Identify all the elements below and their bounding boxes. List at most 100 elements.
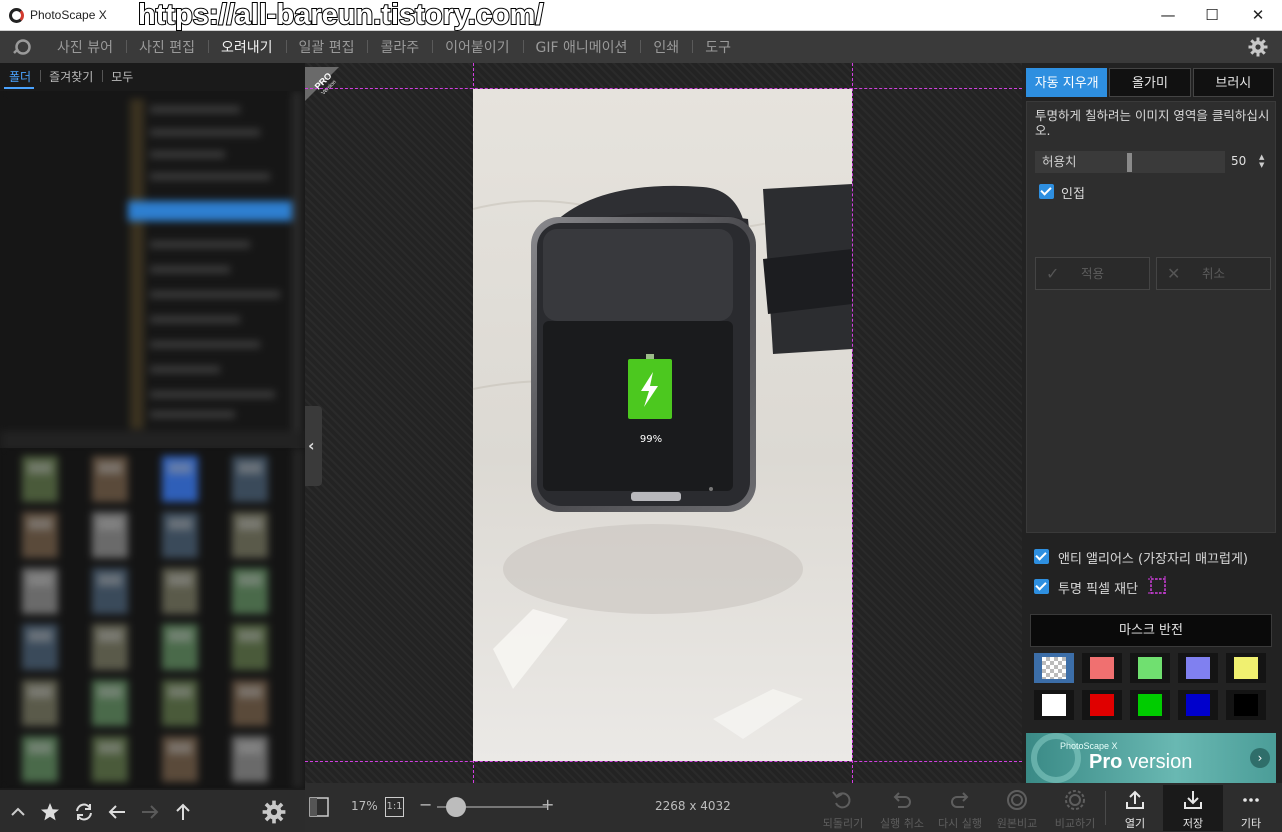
up-arrow-icon[interactable] [171, 800, 195, 824]
browser-tab[interactable]: 모두 [102, 68, 142, 85]
tolerance-control[interactable]: 허용치 50 ▲ ▼ [1035, 151, 1271, 173]
mask-color-swatch[interactable] [1178, 653, 1218, 683]
mask-color-swatch[interactable] [1226, 653, 1266, 683]
redo-icon [951, 792, 969, 808]
photoscape-logo-icon[interactable] [12, 38, 32, 56]
zoom-percentage[interactable]: 17% [351, 799, 378, 813]
swatch-color-chip [1234, 657, 1258, 679]
browser-tab[interactable]: 즐겨찾기 [40, 68, 102, 85]
right-tool-panel: 자동 지우개 올가미 브러시 투명하게 칠하려는 이미지 영역을 클릭하십시오. 허… [1022, 63, 1282, 783]
settings-gear-icon[interactable] [1248, 37, 1268, 57]
menu-item[interactable]: 사진 뷰어 [44, 37, 126, 57]
menu-item[interactable]: 인쇄 [640, 37, 692, 57]
menu-item[interactable]: 도구 [692, 37, 744, 57]
pro-version-banner[interactable]: PhotoScape X Pro version › [1026, 733, 1276, 783]
mask-color-swatch[interactable] [1130, 690, 1170, 720]
swatch-color-chip [1042, 657, 1066, 679]
collapse-left-panel-button[interactable]: ‹ [305, 406, 322, 486]
tolerance-spinner-icon[interactable]: ▲ ▼ [1259, 153, 1264, 169]
refresh-icon[interactable] [72, 800, 96, 824]
trim-transparent-label: 투명 픽셀 재단 [1058, 582, 1139, 597]
eraser-mode-tab[interactable]: 올가미 [1109, 68, 1191, 97]
maximize-button[interactable]: ☐ [1192, 4, 1232, 26]
revert-icon [832, 791, 851, 809]
swatch-color-chip [1042, 694, 1066, 716]
menu-item[interactable]: GIF 애니메이션 [522, 37, 641, 57]
mask-color-swatch[interactable] [1226, 690, 1266, 720]
menu-item[interactable]: 사진 편집 [125, 37, 208, 57]
tool-label: 기타 [1240, 817, 1262, 830]
open-tool-button[interactable]: 열기 [1105, 785, 1165, 831]
mask-color-swatch[interactable] [1034, 690, 1074, 720]
banner-version-text: version [1122, 751, 1193, 773]
redo-tool-button[interactable]: 다시 실행 [930, 785, 990, 831]
image-dimensions: 2268 x 4032 [655, 799, 731, 813]
mask-color-swatch[interactable] [1178, 690, 1218, 720]
forward-arrow-icon[interactable] [138, 800, 162, 824]
collapse-up-icon[interactable] [6, 800, 30, 824]
invert-mask-button[interactable]: 마스크 반전 [1030, 614, 1272, 647]
more-tool-button[interactable]: 기타 [1221, 785, 1281, 831]
menu-item[interactable]: 오려내기 [207, 37, 286, 57]
contiguous-checkbox[interactable] [1039, 184, 1054, 199]
save-tool-button[interactable]: 저장 [1163, 785, 1223, 831]
mask-color-swatch[interactable] [1082, 690, 1122, 720]
tool-label: 비교하기 [1054, 817, 1096, 830]
tool-label: 저장 [1182, 817, 1204, 830]
mask-color-swatch[interactable] [1034, 653, 1074, 683]
compare-icon [1065, 790, 1085, 810]
eraser-mode-tab[interactable]: 브러시 [1192, 68, 1274, 97]
apply-button[interactable]: ✓ 적용 [1035, 257, 1150, 290]
thumbnail-grid[interactable] [0, 448, 305, 788]
fit-view-icon[interactable] [309, 797, 329, 817]
zoom-slider[interactable] [437, 797, 547, 817]
pro-version-ribbon[interactable]: PRO Version [305, 67, 355, 117]
undo-tool-button[interactable]: 실행 취소 [872, 785, 932, 831]
swatch-color-chip [1234, 694, 1258, 716]
compare-tool-button[interactable]: 비교하기 [1045, 785, 1105, 831]
browser-tabs: 폴더 즐겨찾기 모두 [0, 63, 305, 89]
back-arrow-icon[interactable] [105, 800, 129, 824]
zoom-slider-thumb[interactable] [446, 797, 466, 817]
bottom-toolbar: 17% 1:1 − + 2268 x 4032 되돌리기 실행 취소 다시 실행 원본… [305, 783, 1282, 832]
menu-item[interactable]: 이어붙이기 [432, 37, 522, 57]
toolbar-separator [1105, 791, 1106, 825]
swatch-color-chip [1186, 657, 1210, 679]
menu-item[interactable]: 콜라주 [367, 37, 432, 57]
save-icon [1184, 791, 1202, 809]
battery-percentage: 99% [640, 434, 662, 445]
browser-tab[interactable]: 폴더 [0, 68, 40, 85]
editing-canvas[interactable]: PRO Version 99% ‹ [305, 63, 1022, 783]
tolerance-value[interactable]: 50 [1231, 154, 1246, 168]
photo-image[interactable]: 99% [473, 89, 852, 761]
tool-label: 열기 [1124, 817, 1146, 830]
zoom-out-icon[interactable]: − [419, 795, 432, 814]
browser-settings-gear-icon[interactable] [262, 800, 286, 824]
crop-marquee-icon [1148, 576, 1168, 596]
menu-item[interactable]: 일괄 편집 [285, 37, 368, 57]
folder-tree[interactable] [0, 91, 305, 501]
zoom-in-icon[interactable]: + [541, 795, 554, 814]
star-icon[interactable] [38, 800, 62, 824]
app-title: PhotoScape X [30, 8, 107, 22]
cancel-button[interactable]: ✕ 취소 [1156, 257, 1271, 290]
trim-transparent-checkbox[interactable] [1034, 579, 1049, 594]
minimize-button[interactable]: — [1148, 4, 1188, 26]
swatch-color-chip [1090, 657, 1114, 679]
revert-tool-button[interactable]: 되돌리기 [813, 785, 873, 831]
active-tab-indicator [4, 87, 34, 89]
mask-color-swatch[interactable] [1130, 653, 1170, 683]
eraser-mode-tab[interactable]: 자동 지우개 [1026, 68, 1108, 97]
swatch-color-chip [1138, 694, 1162, 716]
cancel-label: 취소 [1201, 266, 1225, 281]
app-logo-icon [9, 8, 24, 23]
compare-original-tool-button[interactable]: 원본비교 [987, 785, 1047, 831]
actual-size-button[interactable]: 1:1 [385, 797, 404, 817]
close-button[interactable]: ✕ [1238, 4, 1278, 26]
mask-color-swatch[interactable] [1082, 653, 1122, 683]
title-bar: PhotoScape X https://all-bareun.tistory.… [0, 0, 1282, 32]
antialias-checkbox[interactable] [1034, 549, 1049, 564]
banner-arrow-icon[interactable]: › [1250, 748, 1270, 768]
tool-label: 실행 취소 [880, 817, 924, 830]
tolerance-slider-thumb[interactable] [1127, 153, 1132, 172]
